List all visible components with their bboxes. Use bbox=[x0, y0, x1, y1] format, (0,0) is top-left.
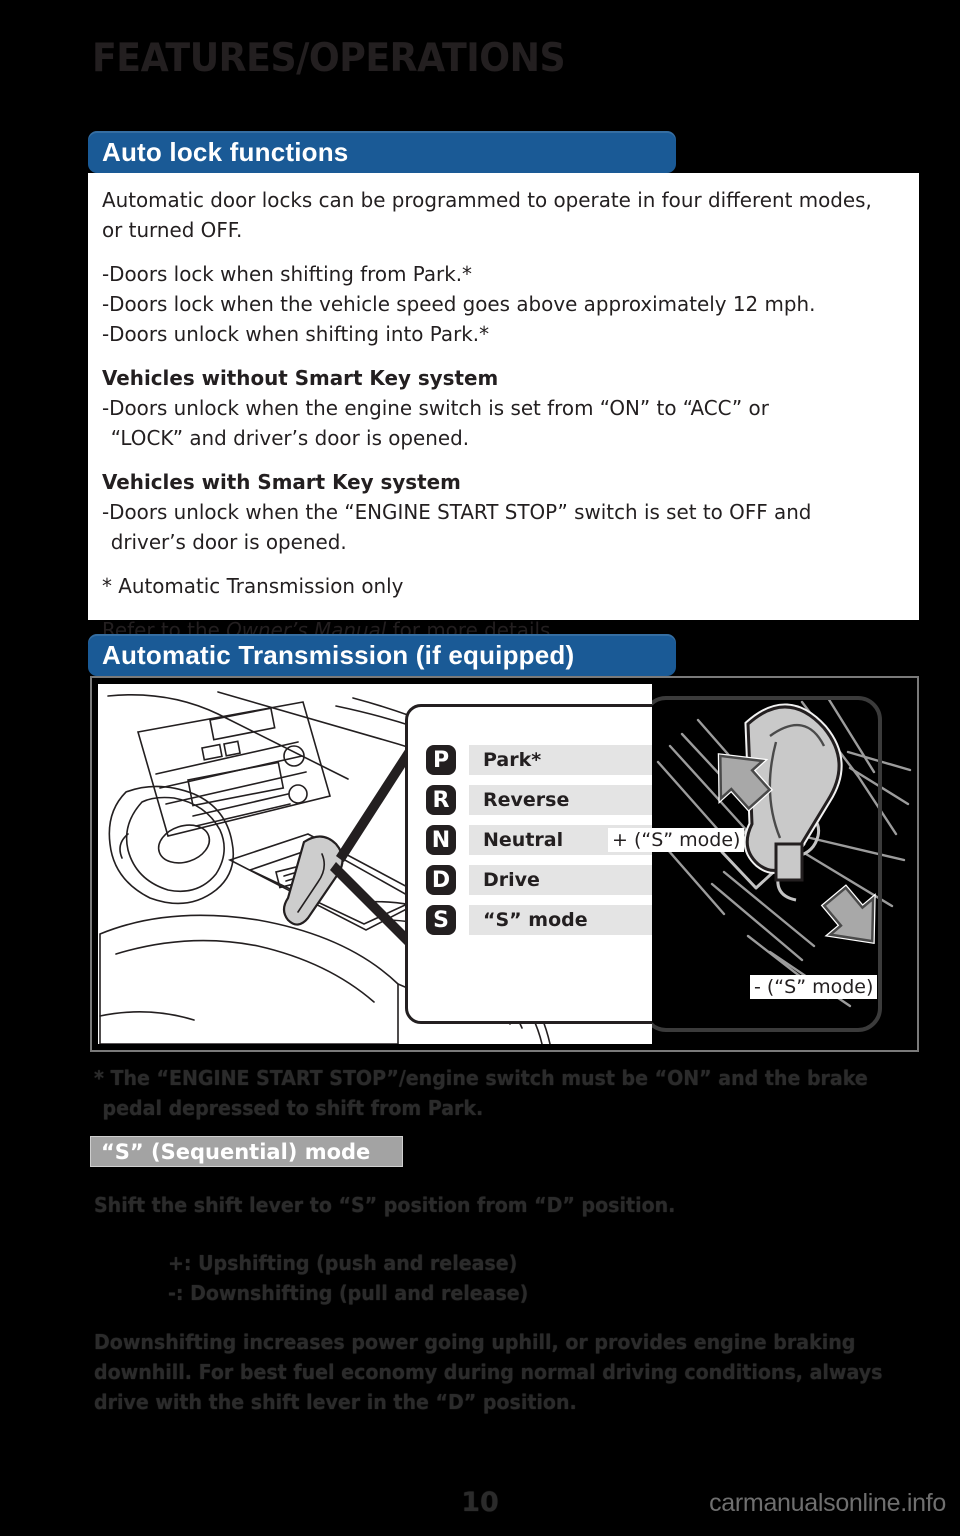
sequential-mode-summary: Downshifting increases power going uphil… bbox=[94, 1327, 883, 1417]
sequential-bullet-downshift: -: Downshifting (pull and release) bbox=[168, 1281, 529, 1305]
sequential-mode-instruction: Shift the shift lever to “S” position fr… bbox=[94, 1193, 676, 1217]
auto-lock-footnote: * Automatic Transmission only bbox=[102, 574, 404, 598]
with-smart-key-line-1: -Doors unlock when the “ENGINE START STO… bbox=[102, 500, 812, 524]
auto-lock-intro: Automatic door locks can be programmed t… bbox=[102, 188, 872, 242]
heading-with-smart-key: Vehicles with Smart Key system bbox=[102, 470, 461, 494]
gear-badge-s: S bbox=[426, 905, 456, 935]
gear-badge-r: R bbox=[426, 785, 456, 815]
car-interior-illustration: P Park* R Reverse N Neutral D Drive S “S… bbox=[98, 684, 703, 1044]
gear-badge-p: P bbox=[426, 745, 456, 775]
s-mode-plus-label: + (“S” mode) bbox=[608, 828, 745, 852]
auto-lock-bullet-3: -Doors unlock when shifting into Park.* bbox=[102, 322, 490, 346]
gear-label-park: Park* bbox=[469, 745, 669, 775]
gear-badge-n: N bbox=[426, 825, 456, 855]
gear-badge-d: D bbox=[426, 865, 456, 895]
section-header-auto-lock-label: Auto lock functions bbox=[102, 136, 349, 167]
page-title: FEATURES/OPERATIONS bbox=[92, 36, 566, 81]
heading-without-smart-key: Vehicles without Smart Key system bbox=[102, 366, 499, 390]
gear-label-drive: Drive bbox=[469, 865, 669, 895]
sequential-mode-bullets: +: Upshifting (push and release) -: Down… bbox=[168, 1248, 833, 1308]
auto-lock-bullet-1: -Doors lock when shifting from Park.* bbox=[102, 262, 473, 286]
auto-lock-content-panel: Automatic door locks can be programmed t… bbox=[88, 173, 919, 642]
sequential-summary-line-1: Downshifting increases power going uphil… bbox=[94, 1330, 856, 1354]
sequential-bullet-upshift: +: Upshifting (push and release) bbox=[168, 1251, 518, 1275]
s-mode-minus-label: - (“S” mode) bbox=[750, 975, 878, 999]
gear-label-reverse: Reverse bbox=[469, 785, 669, 815]
section-header-auto-lock: Auto lock functions bbox=[88, 131, 676, 173]
auto-lock-bullet-2: -Doors lock when the vehicle speed goes … bbox=[102, 292, 816, 316]
without-smart-key-line-1: -Doors unlock when the engine switch is … bbox=[102, 396, 769, 420]
without-smart-key-line-2: “LOCK” and driver’s door is opened. bbox=[110, 426, 470, 450]
sequential-mode-badge-label: “S” (Sequential) mode bbox=[101, 1139, 371, 1164]
transmission-footnote: * The “ENGINE START STOP”/engine switch … bbox=[94, 1063, 873, 1123]
section-header-automatic-transmission: Automatic Transmission (if equipped) bbox=[88, 634, 676, 676]
gear-label-s-mode: “S” mode bbox=[469, 905, 669, 935]
transmission-footnote-line-2: pedal depressed to shift from Park. bbox=[102, 1096, 484, 1120]
sequential-summary-line-3: drive with the shift lever in the “D” po… bbox=[94, 1390, 577, 1414]
site-watermark: carmanualsonline.info bbox=[709, 1489, 946, 1517]
section-header-automatic-transmission-label: Automatic Transmission (if equipped) bbox=[102, 639, 575, 670]
sequential-mode-badge: “S” (Sequential) mode bbox=[90, 1136, 403, 1167]
with-smart-key-line-2: driver’s door is opened. bbox=[110, 530, 347, 554]
sequential-summary-line-2: downhill. For best fuel economy during n… bbox=[94, 1360, 883, 1384]
transmission-footnote-line-1: * The “ENGINE START STOP”/engine switch … bbox=[94, 1066, 868, 1090]
